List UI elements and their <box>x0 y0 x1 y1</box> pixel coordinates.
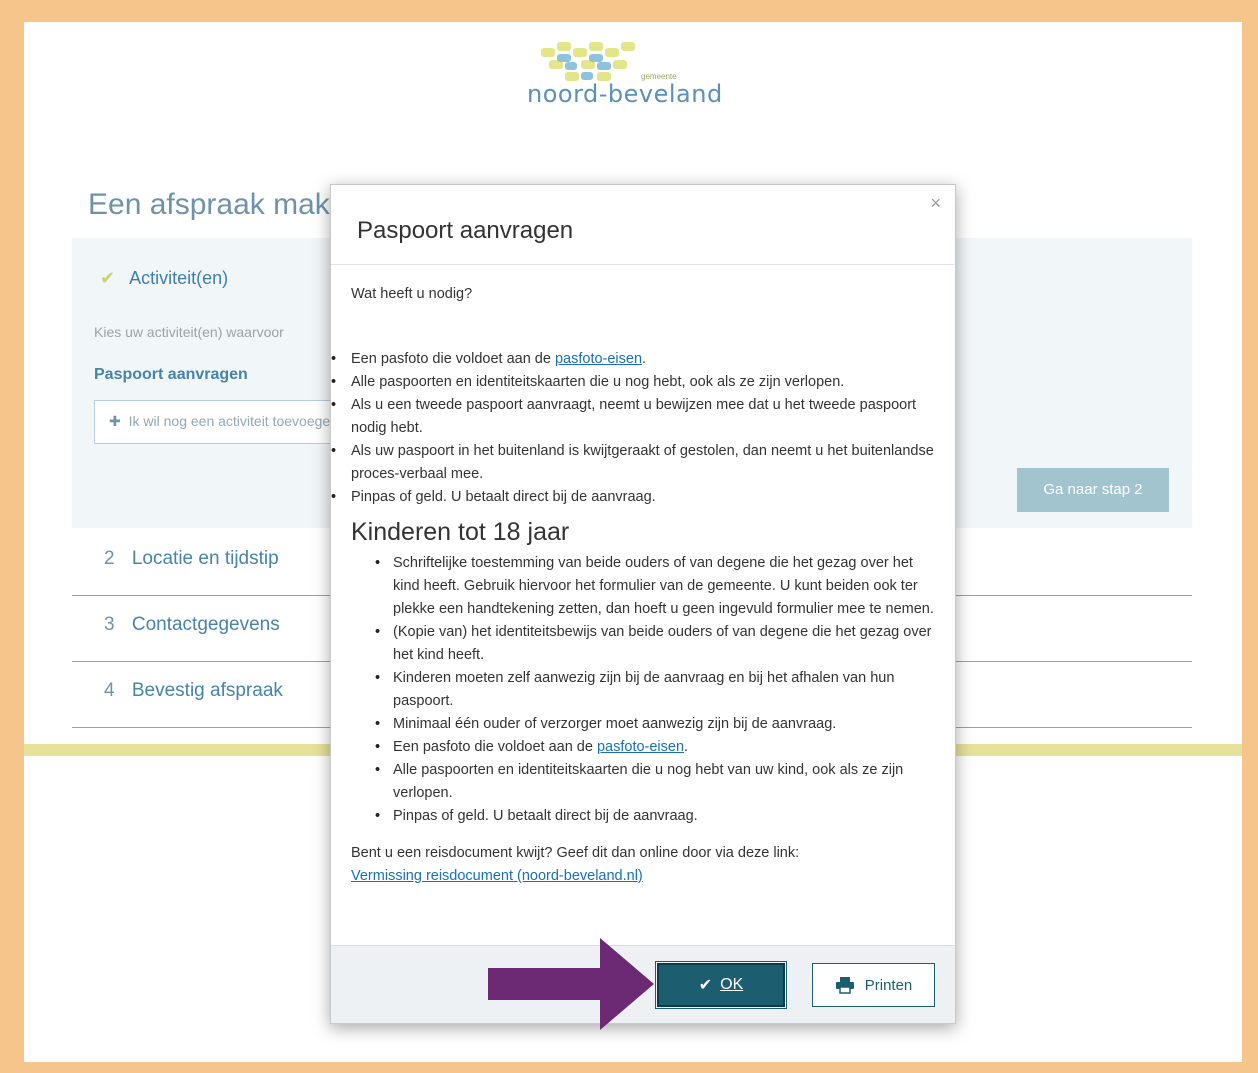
children-requirements-list: Schriftelijke toestemming van beide oude… <box>375 552 935 828</box>
print-label: Printen <box>864 976 913 994</box>
printer-icon <box>835 977 854 994</box>
list-item: Als u een tweede paspoort aanvraagt, nee… <box>331 394 935 440</box>
pasfoto-eisen-link[interactable]: pasfoto-eisen <box>597 739 684 755</box>
print-button[interactable]: Printen <box>812 963 935 1007</box>
requirements-heading: Wat heeft u nodig? <box>351 286 473 302</box>
dialog-title: Paspoort aanvragen <box>357 217 574 244</box>
step-1-label: Activiteit(en) <box>129 268 229 288</box>
ok-label: OK <box>720 976 744 993</box>
passport-info-dialog: Paspoort aanvragen × Wat heeft u nodig? … <box>330 184 956 1024</box>
list-item: Kinderen moeten zelf aanwezig zijn bij d… <box>375 667 935 713</box>
list-item: Een pasfoto die voldoet aan de pasfoto-e… <box>375 736 935 759</box>
list-item: Minimaal één ouder of verzorger moet aan… <box>375 713 935 736</box>
list-item: Een pasfoto die voldoet aan de pasfoto-e… <box>331 348 935 371</box>
list-item: Alle paspoorten en identiteitskaarten di… <box>331 371 935 394</box>
lost-document-text: Bent u een reisdocument kwijt? Geef dit … <box>351 845 800 861</box>
lost-document-link[interactable]: Vermissing reisdocument (noord-beveland.… <box>351 868 643 884</box>
step-number: 3 <box>104 614 115 635</box>
check-icon: ✔ <box>100 268 116 288</box>
checkmark-icon: ✔ <box>698 977 713 994</box>
list-item: Pinpas of geld. U betaalt direct bij de … <box>375 805 935 828</box>
plus-icon: ✚ <box>109 413 121 429</box>
page-title: Een afspraak maken <box>88 188 364 221</box>
next-step-button[interactable]: Ga naar stap 2 <box>1017 468 1169 512</box>
children-heading: Kinderen tot 18 jaar <box>351 518 570 546</box>
step-number: 2 <box>104 548 115 569</box>
ok-button[interactable]: ✔ OK <box>655 961 787 1009</box>
logo-text: noord-beveland <box>527 80 723 108</box>
municipality-logo[interactable]: gemeente noord-beveland <box>527 38 742 108</box>
requirements-list: Een pasfoto die voldoet aan de pasfoto-e… <box>331 348 935 509</box>
selected-activity: Paspoort aanvragen <box>94 366 248 383</box>
step-label: Contactgegevens <box>131 614 280 635</box>
step-label: Locatie en tijdstip <box>131 548 279 569</box>
step-1-header[interactable]: ✔ Activiteit(en) <box>100 268 228 289</box>
step-label: Bevestig afspraak <box>131 680 283 701</box>
close-icon[interactable]: × <box>930 193 941 214</box>
list-item: Alle paspoorten en identiteitskaarten di… <box>375 759 935 805</box>
list-item: (Kopie van) het identiteitsbewijs van be… <box>375 621 935 667</box>
annotation-arrow-icon <box>488 938 654 1030</box>
add-activity-label: Ik wil nog een activiteit toevoegen <box>128 413 338 429</box>
dialog-body: Wat heeft u nodig? Een pasfoto die voldo… <box>331 265 955 888</box>
list-item: Pinpas of geld. U betaalt direct bij de … <box>331 486 935 509</box>
step-1-description: Kies uw activiteit(en) waarvoor <box>94 324 284 340</box>
list-item: Schriftelijke toestemming van beide oude… <box>375 552 935 621</box>
logo-mark-icon <box>541 42 635 81</box>
pasfoto-eisen-link[interactable]: pasfoto-eisen <box>555 351 642 367</box>
dialog-header: Paspoort aanvragen × <box>331 185 955 265</box>
list-item: Als uw paspoort in het buitenland is kwi… <box>331 440 935 486</box>
step-number: 4 <box>104 680 115 701</box>
